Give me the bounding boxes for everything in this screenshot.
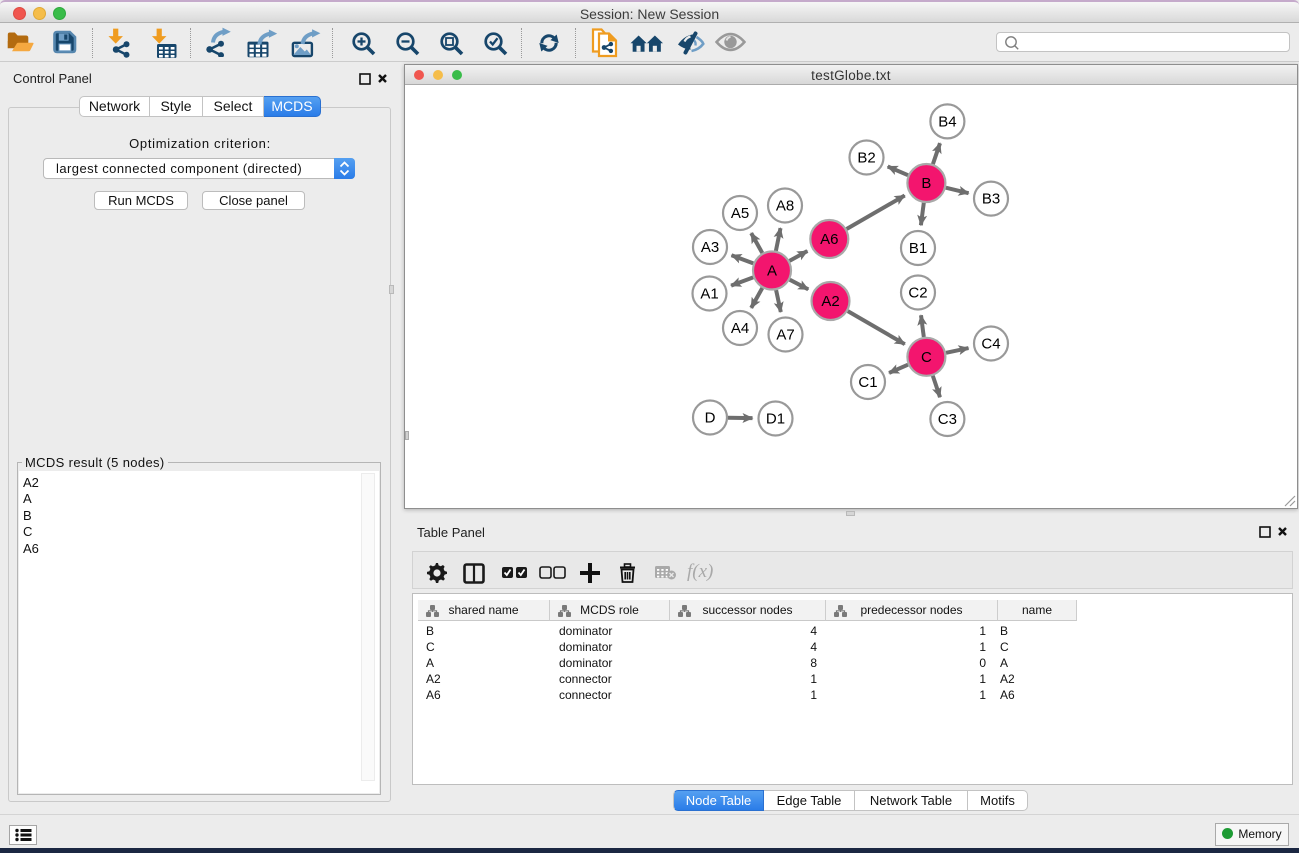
svg-text:D: D (705, 410, 716, 427)
svg-text:C3: C3 (938, 411, 957, 428)
svg-text:f(x): f(x) (687, 561, 713, 582)
svg-text:A: A (767, 263, 777, 280)
svg-text:C4: C4 (981, 336, 1000, 353)
svg-text:C2: C2 (908, 285, 927, 302)
svg-text:C1: C1 (858, 374, 877, 391)
svg-text:A2: A2 (821, 293, 839, 310)
svg-text:B2: B2 (857, 150, 875, 167)
svg-text:B1: B1 (909, 240, 927, 257)
svg-text:B3: B3 (982, 191, 1000, 208)
svg-text:B: B (921, 175, 931, 192)
svg-text:A7: A7 (776, 327, 794, 344)
svg-text:D1: D1 (766, 411, 785, 428)
svg-text:B4: B4 (938, 113, 956, 130)
svg-text:A3: A3 (701, 239, 719, 256)
svg-text:A6: A6 (820, 231, 838, 248)
svg-text:A1: A1 (700, 286, 718, 303)
svg-text:A5: A5 (731, 205, 749, 222)
svg-text:C: C (921, 349, 932, 366)
svg-text:A4: A4 (731, 320, 749, 337)
svg-text:A8: A8 (776, 198, 794, 215)
